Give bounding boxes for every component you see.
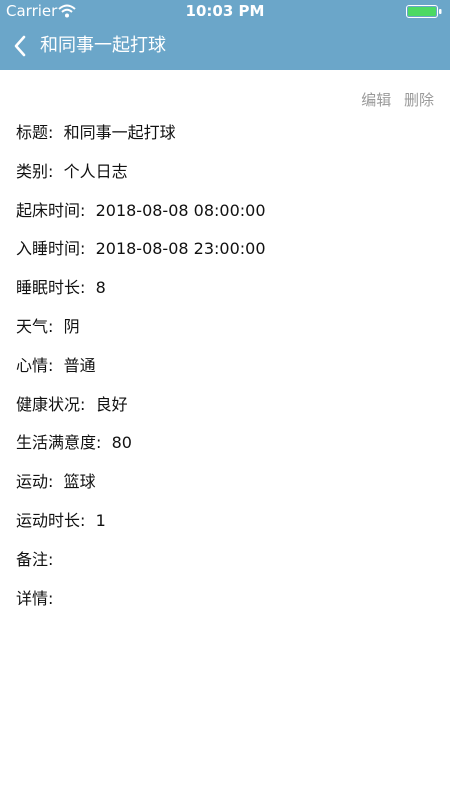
field-sleep-time: 入睡时间: 2018-08-08 23:00:00 (16, 234, 436, 273)
nav-bar: 和同事一起打球 (0, 22, 450, 70)
field-category: 类别: 个人日志 (16, 157, 436, 196)
delete-button[interactable]: 删除 (404, 91, 434, 109)
chevron-left-icon (14, 35, 26, 57)
field-label: 详情: (16, 588, 54, 608)
field-satisfaction: 生活满意度: 80 (16, 428, 436, 467)
edit-button[interactable]: 编辑 (361, 91, 391, 109)
field-value: 2018-08-08 08:00:00 (95, 200, 266, 220)
field-label: 备注: (16, 549, 54, 569)
field-title: 标题: 和同事一起打球 (16, 118, 436, 157)
field-sport: 运动: 篮球 (16, 467, 436, 506)
field-sport-duration: 运动时长: 1 (16, 506, 436, 545)
field-value: 篮球 (63, 472, 96, 492)
field-weather: 天气: 阴 (16, 312, 436, 351)
field-wake-time: 起床时间: 2018-08-08 08:00:00 (16, 196, 436, 235)
field-value: 阴 (63, 316, 80, 336)
field-label: 健康状况: (16, 394, 86, 414)
top-bar: Carrier 10:03 PM 和同事一起打球 (0, 0, 450, 70)
field-value: 8 (95, 278, 106, 298)
field-label: 运动: (16, 472, 54, 492)
field-value: 普通 (63, 355, 96, 375)
field-label: 类别: (16, 161, 54, 181)
field-value: 2018-08-08 23:00:00 (95, 239, 266, 259)
detail-list: 标题: 和同事一起打球 类别: 个人日志 起床时间: 2018-08-08 08… (16, 118, 436, 622)
field-label: 生活满意度: (16, 433, 102, 453)
field-label: 标题: (16, 123, 54, 142)
page-title: 和同事一起打球 (40, 35, 166, 56)
field-value: 良好 (95, 394, 128, 414)
field-label: 起床时间: (16, 200, 86, 220)
field-sleep-duration: 睡眠时长: 8 (16, 273, 436, 312)
action-links: 编辑 删除 (353, 89, 434, 110)
field-details: 详情: (16, 584, 436, 623)
field-remark: 备注: (16, 545, 436, 584)
field-label: 运动时长: (16, 510, 86, 530)
battery-icon (406, 5, 442, 18)
field-label: 天气: (16, 316, 54, 336)
field-value: 80 (111, 433, 132, 453)
field-value: 1 (95, 510, 106, 530)
field-value: 和同事一起打球 (63, 123, 176, 142)
field-value: 个人日志 (63, 161, 128, 181)
screen: Carrier 10:03 PM 和同事一起打球 编辑 删除 标题: 和同事一起… (0, 0, 450, 800)
field-mood: 心情: 普通 (16, 351, 436, 390)
field-label: 心情: (16, 355, 54, 375)
field-label: 睡眠时长: (16, 278, 86, 298)
status-time: 10:03 PM (185, 2, 265, 20)
field-health: 健康状况: 良好 (16, 390, 436, 429)
back-button[interactable] (6, 30, 34, 62)
field-label: 入睡时间: (16, 239, 86, 259)
status-bar: Carrier 10:03 PM (0, 0, 450, 22)
